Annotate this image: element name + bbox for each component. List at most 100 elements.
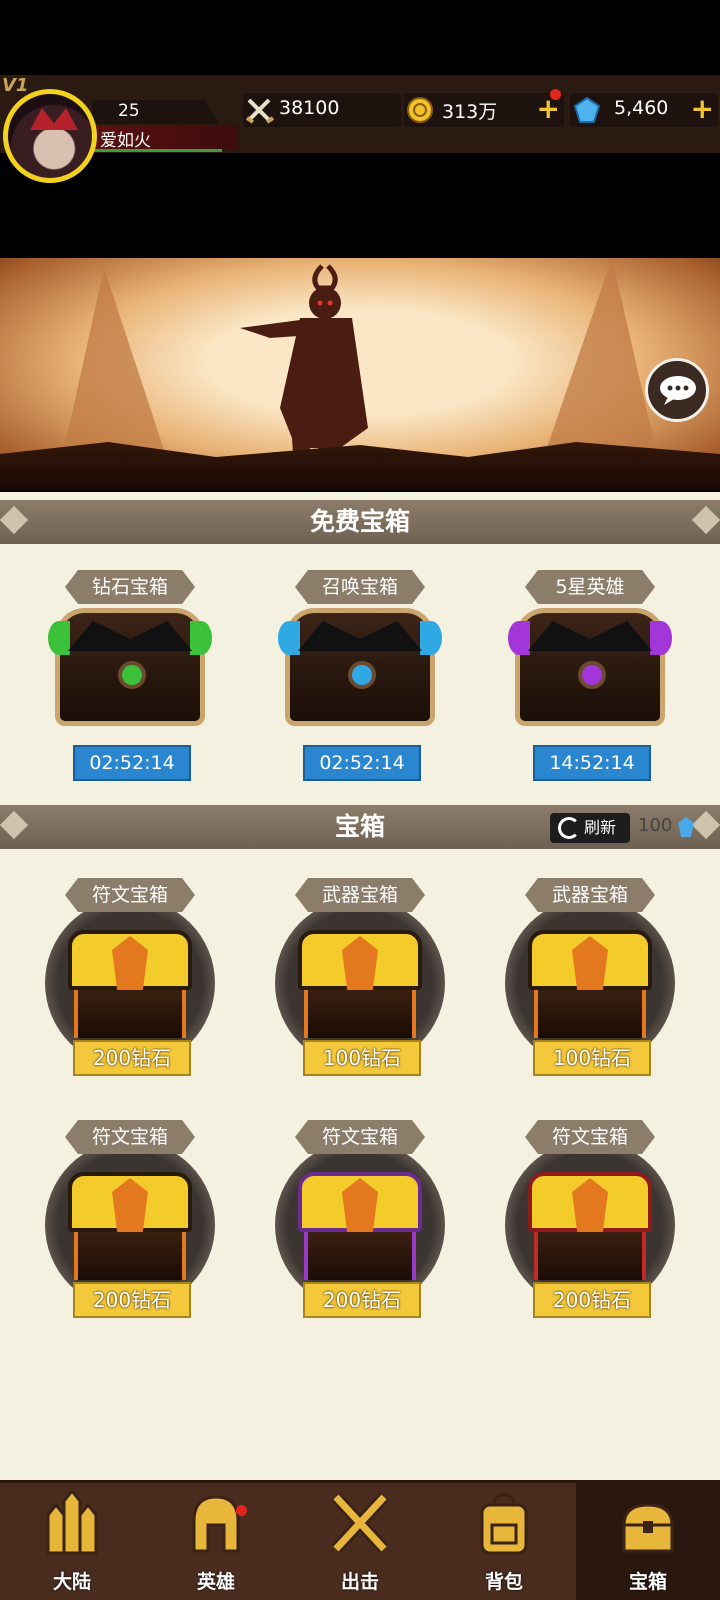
- chest-icon: [528, 930, 652, 1040]
- chest-price: 200钻石: [533, 1282, 651, 1318]
- chest-icon: [68, 1172, 192, 1282]
- chest-icon: [68, 930, 192, 1040]
- xp-bar: [92, 149, 222, 152]
- chest-lid: [528, 621, 652, 651]
- chest-bottom: [74, 1232, 186, 1280]
- dark-knight-silhouette: [240, 264, 368, 468]
- paid-chest-weapon-2[interactable]: 武器宝箱 100钻石: [490, 878, 690, 1098]
- chest-gem: [118, 661, 146, 689]
- chest-icon: [278, 608, 442, 726]
- player-name: 爱如火: [100, 131, 151, 151]
- chest-horn-right: [650, 621, 672, 655]
- chest-gem: [348, 661, 376, 689]
- paid-chest-rune-3[interactable]: 符文宝箱 200钻石: [260, 1120, 460, 1340]
- top-hud: V1 25 爱如火 38100 313万 + 5,460 +: [0, 75, 720, 183]
- stone-pillar-left: [60, 268, 170, 468]
- level-plate: [92, 100, 220, 124]
- chest-horn-right: [190, 621, 212, 655]
- stone-pillar-right: [540, 258, 660, 468]
- chest-horn-right: [420, 621, 442, 655]
- chest-price: 200钻石: [303, 1282, 421, 1318]
- chest-label: 符文宝箱: [65, 878, 195, 912]
- free-chest-diamond[interactable]: 钻石宝箱 02:52:14: [30, 570, 230, 790]
- chest-timer: 02:52:14: [303, 745, 421, 781]
- nav-label: 大陆: [52, 1571, 91, 1593]
- chest-bottom: [534, 1232, 646, 1280]
- chest-bottom: [534, 990, 646, 1038]
- chest-price: 200钻石: [73, 1282, 191, 1318]
- free-chest-5star-hero[interactable]: 5星英雄 14:52:14: [490, 570, 690, 790]
- paid-chest-weapon-1[interactable]: 武器宝箱 100钻石: [260, 878, 460, 1098]
- nav-label: 背包: [484, 1571, 523, 1593]
- nav-item-backpack[interactable]: 背包: [432, 1483, 576, 1600]
- chat-bubble-icon: [660, 376, 696, 405]
- castle-icon: [46, 1491, 98, 1555]
- nav-item-continent[interactable]: 大陆: [0, 1483, 144, 1600]
- chest-gem: [578, 661, 606, 689]
- paid-chest-rune-1[interactable]: 符文宝箱 200钻石: [30, 878, 230, 1098]
- nav-item-battle[interactable]: 出击: [288, 1483, 432, 1600]
- chest-label: 武器宝箱: [295, 878, 425, 912]
- helmet-icon: [192, 1495, 240, 1553]
- chest-icon: [298, 1172, 422, 1282]
- chest-timer: 14:52:14: [533, 745, 651, 781]
- avatar-horn: [30, 108, 78, 130]
- chest-icon: [298, 930, 422, 1040]
- paid-chest-rune-2[interactable]: 符文宝箱 200钻石: [30, 1120, 230, 1340]
- chest-timer: 02:52:14: [73, 745, 191, 781]
- diamond-icon: [573, 96, 601, 123]
- refresh-button[interactable]: 刷新: [550, 813, 630, 843]
- chest-icon: [622, 1503, 674, 1553]
- chest-icon: [508, 608, 672, 726]
- chest-label: 武器宝箱: [525, 878, 655, 912]
- chest-price: 200钻石: [73, 1040, 191, 1076]
- bottom-nav: 大陆 英雄 出击 背包 宝箱: [0, 1480, 720, 1600]
- player-avatar[interactable]: [3, 89, 97, 183]
- gold-coin-icon: [407, 97, 433, 123]
- gold-display: 313万 +: [404, 89, 564, 127]
- refresh-label: 刷新: [584, 818, 617, 837]
- chest-label: 召唤宝箱: [295, 570, 425, 604]
- notification-dot: [550, 89, 561, 100]
- nav-label: 出击: [340, 1571, 379, 1593]
- chest-horn-left: [278, 621, 300, 655]
- gem-value: 5,460: [614, 97, 669, 119]
- notification-dot: [236, 1505, 247, 1516]
- free-chest-summon[interactable]: 召唤宝箱 02:52:14: [260, 570, 460, 790]
- chest-icon: [48, 608, 212, 726]
- refresh-icon: [558, 817, 580, 839]
- power-value: 38100: [279, 97, 340, 119]
- gem-display: 5,460 +: [570, 93, 718, 127]
- power-display: 38100: [243, 93, 401, 127]
- chest-lid: [68, 621, 192, 651]
- free-chests-title: 免费宝箱: [309, 507, 410, 536]
- chest-label: 钻石宝箱: [65, 570, 195, 604]
- chest-label: 符文宝箱: [65, 1120, 195, 1154]
- chest-label: 5星英雄: [525, 570, 655, 604]
- player-level: 25: [118, 101, 140, 121]
- chest-label: 符文宝箱: [295, 1120, 425, 1154]
- nav-label: 宝箱: [628, 1571, 667, 1593]
- add-gems-button[interactable]: +: [691, 93, 714, 125]
- crossed-swords-icon: [331, 1492, 389, 1554]
- crossed-swords-icon: [245, 98, 275, 124]
- chest-price: 100钻石: [533, 1040, 651, 1076]
- nav-item-heroes[interactable]: 英雄: [144, 1483, 288, 1600]
- chest-bottom: [304, 990, 416, 1038]
- chest-bottom: [74, 990, 186, 1038]
- chest-bottom: [304, 1232, 416, 1280]
- refresh-cost: 100: [638, 815, 673, 836]
- chest-lid: [298, 621, 422, 651]
- nav-label: 英雄: [196, 1571, 235, 1593]
- paid-chest-rune-4[interactable]: 符文宝箱 200钻石: [490, 1120, 690, 1340]
- chest-horn-left: [48, 621, 70, 655]
- nav-item-chests[interactable]: 宝箱: [576, 1483, 720, 1600]
- chest-label: 符文宝箱: [525, 1120, 655, 1154]
- backpack-icon: [480, 1493, 528, 1555]
- chat-button[interactable]: [645, 358, 709, 422]
- hero-banner: [0, 258, 720, 490]
- gold-value: 313万: [442, 101, 498, 123]
- chest-icon: [528, 1172, 652, 1282]
- chest-horn-left: [508, 621, 530, 655]
- chest-price: 100钻石: [303, 1040, 421, 1076]
